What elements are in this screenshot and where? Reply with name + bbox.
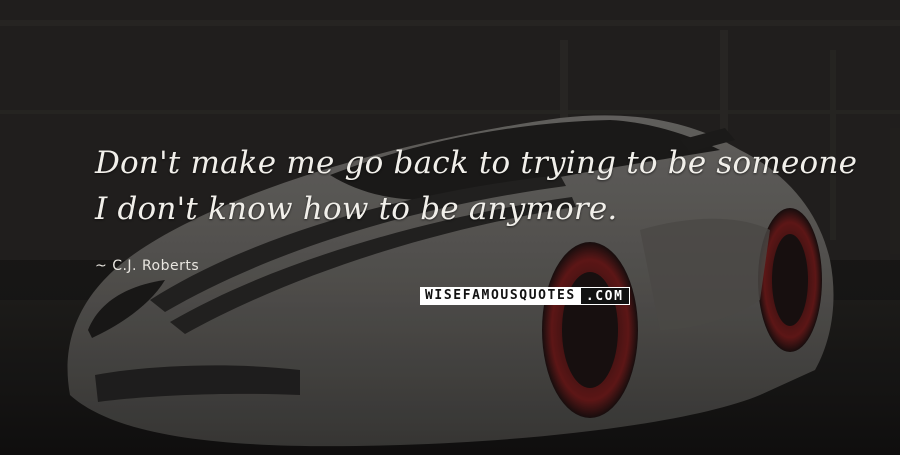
watermark-logo-name: WISEFAMOUSQUOTES [420, 287, 580, 305]
watermark-logo-tld: .COM [579, 287, 630, 305]
quote-author: ~ C.J. Roberts [95, 258, 199, 274]
author-name: C.J. Roberts [112, 258, 200, 274]
quote-text: Don't make me go back to trying to be so… [95, 145, 858, 227]
author-dash: ~ [95, 258, 113, 274]
watermark-logo: WISEFAMOUSQUOTES .COM [420, 287, 630, 305]
quote-card: Don't make me go back to trying to be so… [0, 0, 900, 455]
